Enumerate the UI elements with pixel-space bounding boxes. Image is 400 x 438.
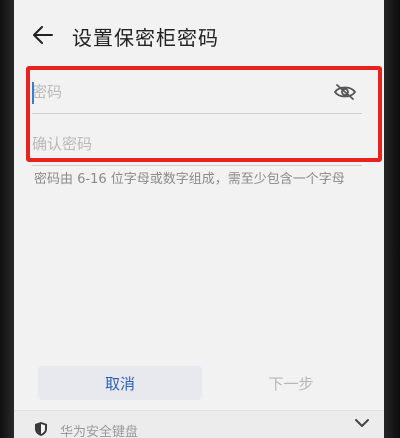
cancel-button[interactable]: 取消: [38, 366, 202, 400]
password-underline: [32, 113, 362, 114]
eye-hidden-icon: [333, 84, 357, 100]
next-button[interactable]: 下一步: [210, 366, 372, 400]
confirm-password-input[interactable]: [32, 126, 362, 162]
screen: 设置保密柜密码 密码由 6-16 位字母或数字组成，需至少包含一个字母 取消 下…: [14, 0, 384, 438]
shield-icon: [35, 422, 47, 436]
password-hint: 密码由 6-16 位字母或数字组成，需至少包含一个字母: [34, 172, 345, 187]
toggle-visibility-button[interactable]: [332, 80, 358, 104]
secure-keyboard-label: 华为安全键盘: [60, 425, 139, 438]
device-bezel-left: [0, 0, 14, 438]
password-input[interactable]: [32, 74, 362, 110]
secure-keyboard-bar: 华为安全键盘: [14, 410, 384, 438]
page-title: 设置保密柜密码: [72, 26, 219, 50]
password-field[interactable]: [32, 74, 362, 114]
header: 设置保密柜密码: [14, 0, 384, 68]
confirm-password-field[interactable]: [32, 126, 362, 166]
back-button[interactable]: [28, 20, 58, 50]
back-arrow-icon: [33, 26, 53, 44]
chevron-down-icon[interactable]: [354, 417, 370, 429]
text-cursor: [32, 82, 34, 104]
device-bezel-right: [384, 0, 400, 438]
confirm-underline: [32, 165, 362, 166]
